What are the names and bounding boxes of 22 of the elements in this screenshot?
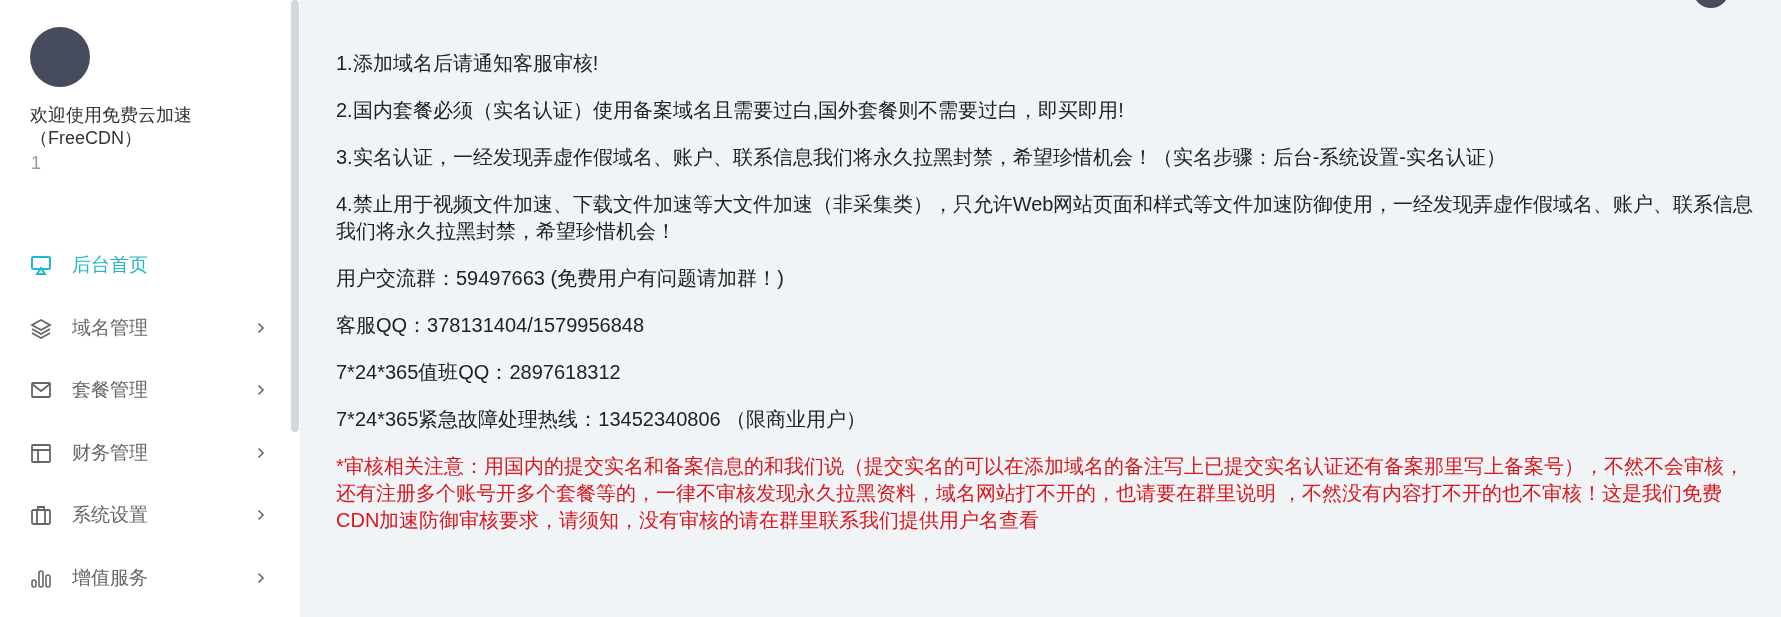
welcome-text: 欢迎使用免费云加速（FreeCDN）: [30, 104, 193, 150]
briefcase-icon: [30, 504, 52, 527]
notice-text: 用户交流群：59497663 (免费用户有问题请加群！): [336, 266, 785, 291]
layout-icon: [30, 441, 52, 464]
notice-text: 7*24*365紧急故障处理热线：13452340806 （限商业用户）: [336, 407, 868, 432]
menu-item[interactable]: 套餐管理: [0, 359, 290, 422]
notice-text: 4.禁止用于视频文件加速、下载文件加速等大文件加速（非采集类），只允许Web网站页面和样式等文件加速防御使用，一经发现弄虚作假域名、账户、联系信息我们将永久拉黑封禁，希望珍惜机会！: [336, 192, 1755, 244]
monitor-icon: [30, 254, 52, 277]
warning-text: *审核相关注意：用国内的提交实名和备案信息的和我们说（提交实名的可以在添加域名的备注写上已提交实名认证还有备案那里写上备案号），不然不会审核，还有注册多个账号开多个套餐等的，一律不审核发现永久拉黑资料，域名网站打不开的，也请要在群里说明 ，不然没有内容打不开的也不审核！这是我们免费CDN加速防御审核要求，请须知，没有审核的请在群里联系我们提供用户名查看: [336, 454, 1745, 533]
notice-text: 3.实名认证，一经发现弄虚作假域名、账户、联系信息我们将永久拉黑封禁，希望珍惜机会！（实名步骤：后台-系统设置-实名认证）: [336, 145, 1507, 170]
user-id: 1: [31, 152, 42, 175]
notice-text: 2.国内套餐必须（实名认证）使用备案域名且需要过白,国外套餐则不需要过白，即买即用!: [336, 98, 1125, 123]
menu-item[interactable]: 系统设置: [0, 484, 290, 547]
menu-item[interactable]: 增值服务: [0, 546, 290, 609]
notice-text: 7*24*365值班QQ：2897618312: [336, 360, 622, 385]
avatar-icon: [30, 27, 90, 87]
menu-item[interactable]: 财务管理: [0, 421, 290, 484]
menu-item[interactable]: 域名管理: [0, 296, 290, 359]
notice-text: 客服QQ：378131404/1579956848: [336, 313, 645, 338]
scrollbar-thumb[interactable]: [291, 0, 299, 432]
layers-icon: [30, 316, 52, 339]
notice-text: 1.添加域名后请通知客服审核!: [336, 51, 600, 76]
